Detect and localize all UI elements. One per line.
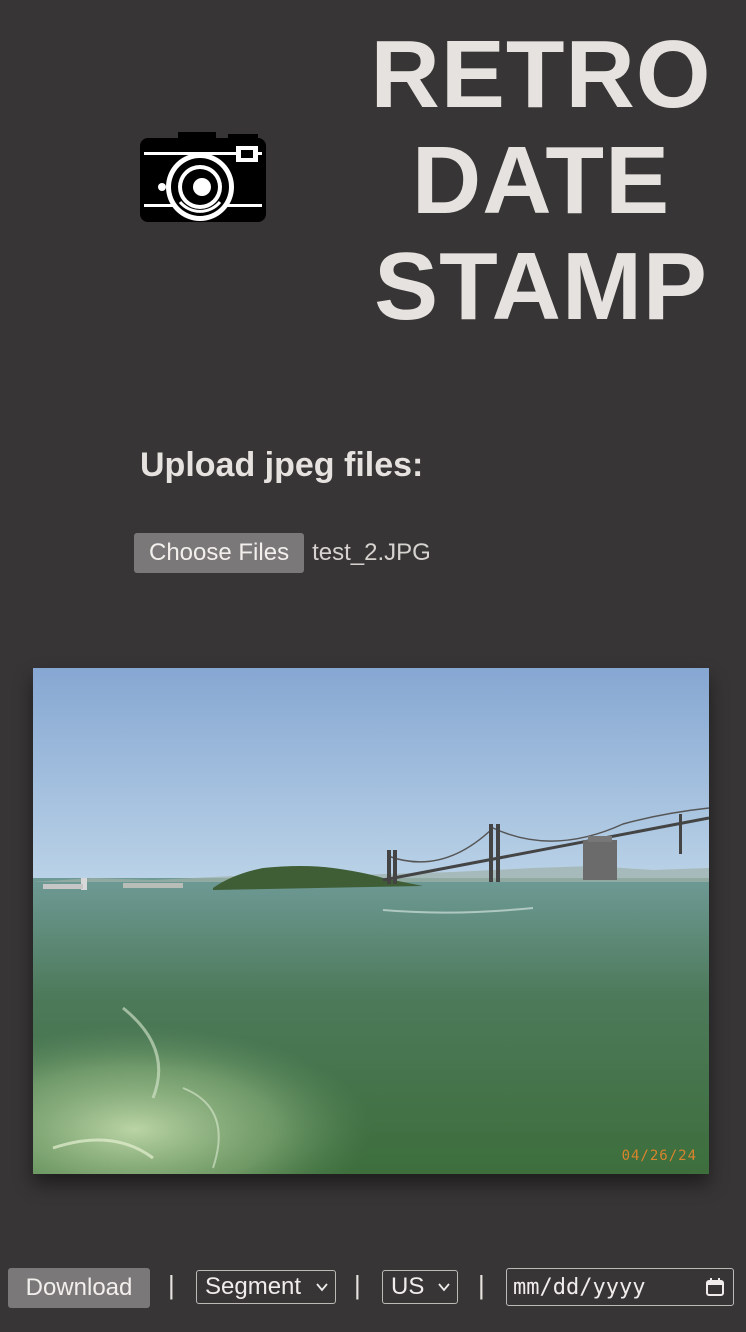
file-input[interactable]: Choose Files test_2.JPG	[134, 533, 431, 573]
choose-files-button[interactable]: Choose Files	[134, 533, 305, 573]
bottom-toolbar: Download | Segment | US | mm/dd/yyyy	[8, 1266, 738, 1310]
download-button[interactable]: Download	[8, 1268, 150, 1308]
font-select[interactable]: Segment	[196, 1270, 336, 1304]
date-stamp: 04/26/24	[621, 1148, 697, 1164]
separator: |	[168, 1270, 175, 1300]
photo-preview: 04/26/24	[33, 668, 709, 1174]
selected-file-name: test_2.JPG	[312, 539, 431, 566]
title-line-1: RETRO	[370, 21, 712, 128]
title-line-2: DATE	[411, 127, 671, 234]
camera-icon	[140, 132, 266, 222]
upload-label: Upload jpeg files:	[140, 446, 424, 484]
separator: |	[478, 1270, 485, 1300]
font-select-value: Segment	[205, 1273, 302, 1300]
camera-logo	[138, 130, 268, 226]
format-select[interactable]: US	[382, 1270, 458, 1304]
chevron-down-icon	[438, 1283, 450, 1292]
title-line-3: STAMP	[374, 233, 708, 340]
separator: |	[354, 1270, 361, 1300]
app-title: RETRO DATE STAMP	[355, 22, 727, 340]
calendar-icon[interactable]	[705, 1277, 725, 1297]
date-placeholder: mm/dd/yyyy	[513, 1274, 646, 1300]
date-input[interactable]: mm/dd/yyyy	[506, 1268, 734, 1306]
format-select-value: US	[391, 1273, 425, 1300]
chevron-down-icon	[316, 1283, 328, 1292]
preview-image	[33, 668, 709, 1174]
